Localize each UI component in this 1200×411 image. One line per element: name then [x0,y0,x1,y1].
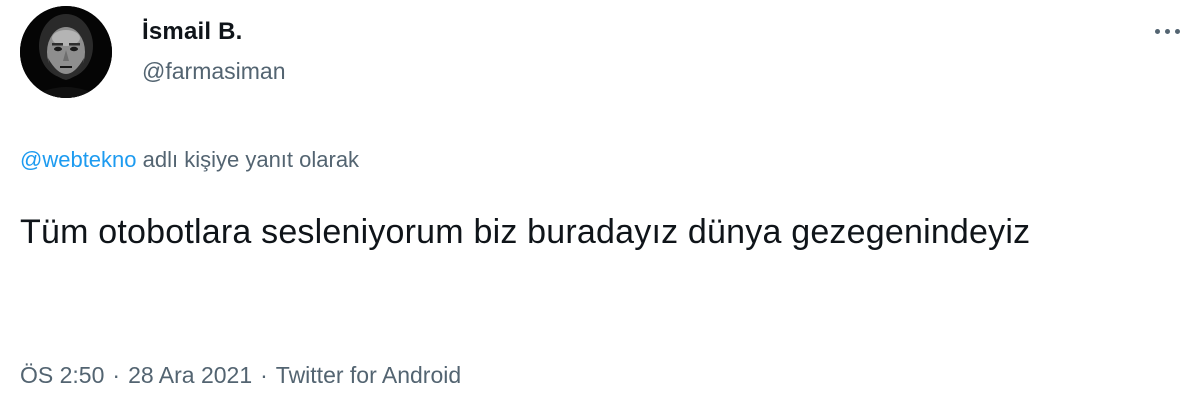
tweet-time-link[interactable]: ÖS 2:50 [20,362,104,388]
avatar-photo-icon [20,6,112,98]
meta-separator: · [112,362,121,388]
more-dot-icon [1164,28,1170,34]
author-display-name[interactable]: İsmail B. [142,18,243,46]
tweet-date-link[interactable]: 28 Ara 2021 [128,362,252,388]
more-dot-icon [1154,28,1160,34]
more-dot-icon [1174,28,1180,34]
tweet-card: İsmail B. @farmasiman @webtekno adlı kiş… [0,0,1200,411]
author-avatar[interactable] [20,6,112,98]
more-options-button[interactable] [1146,16,1188,46]
tweet-metadata: ÖS 2:50 · 28 Ara 2021 · Twitter for Android [20,362,461,389]
tweet-text: Tüm otobotlara sesleniyorum biz buradayı… [20,213,1031,251]
author-handle[interactable]: @farmasiman [142,58,286,85]
reply-mention-link[interactable]: @webtekno [20,147,137,172]
tweet-source-link[interactable]: Twitter for Android [276,362,461,388]
meta-separator: · [260,362,268,388]
reply-context-text: adlı kişiye yanıt olarak [136,147,360,172]
reply-context: @webtekno adlı kişiye yanıt olarak [20,147,359,173]
